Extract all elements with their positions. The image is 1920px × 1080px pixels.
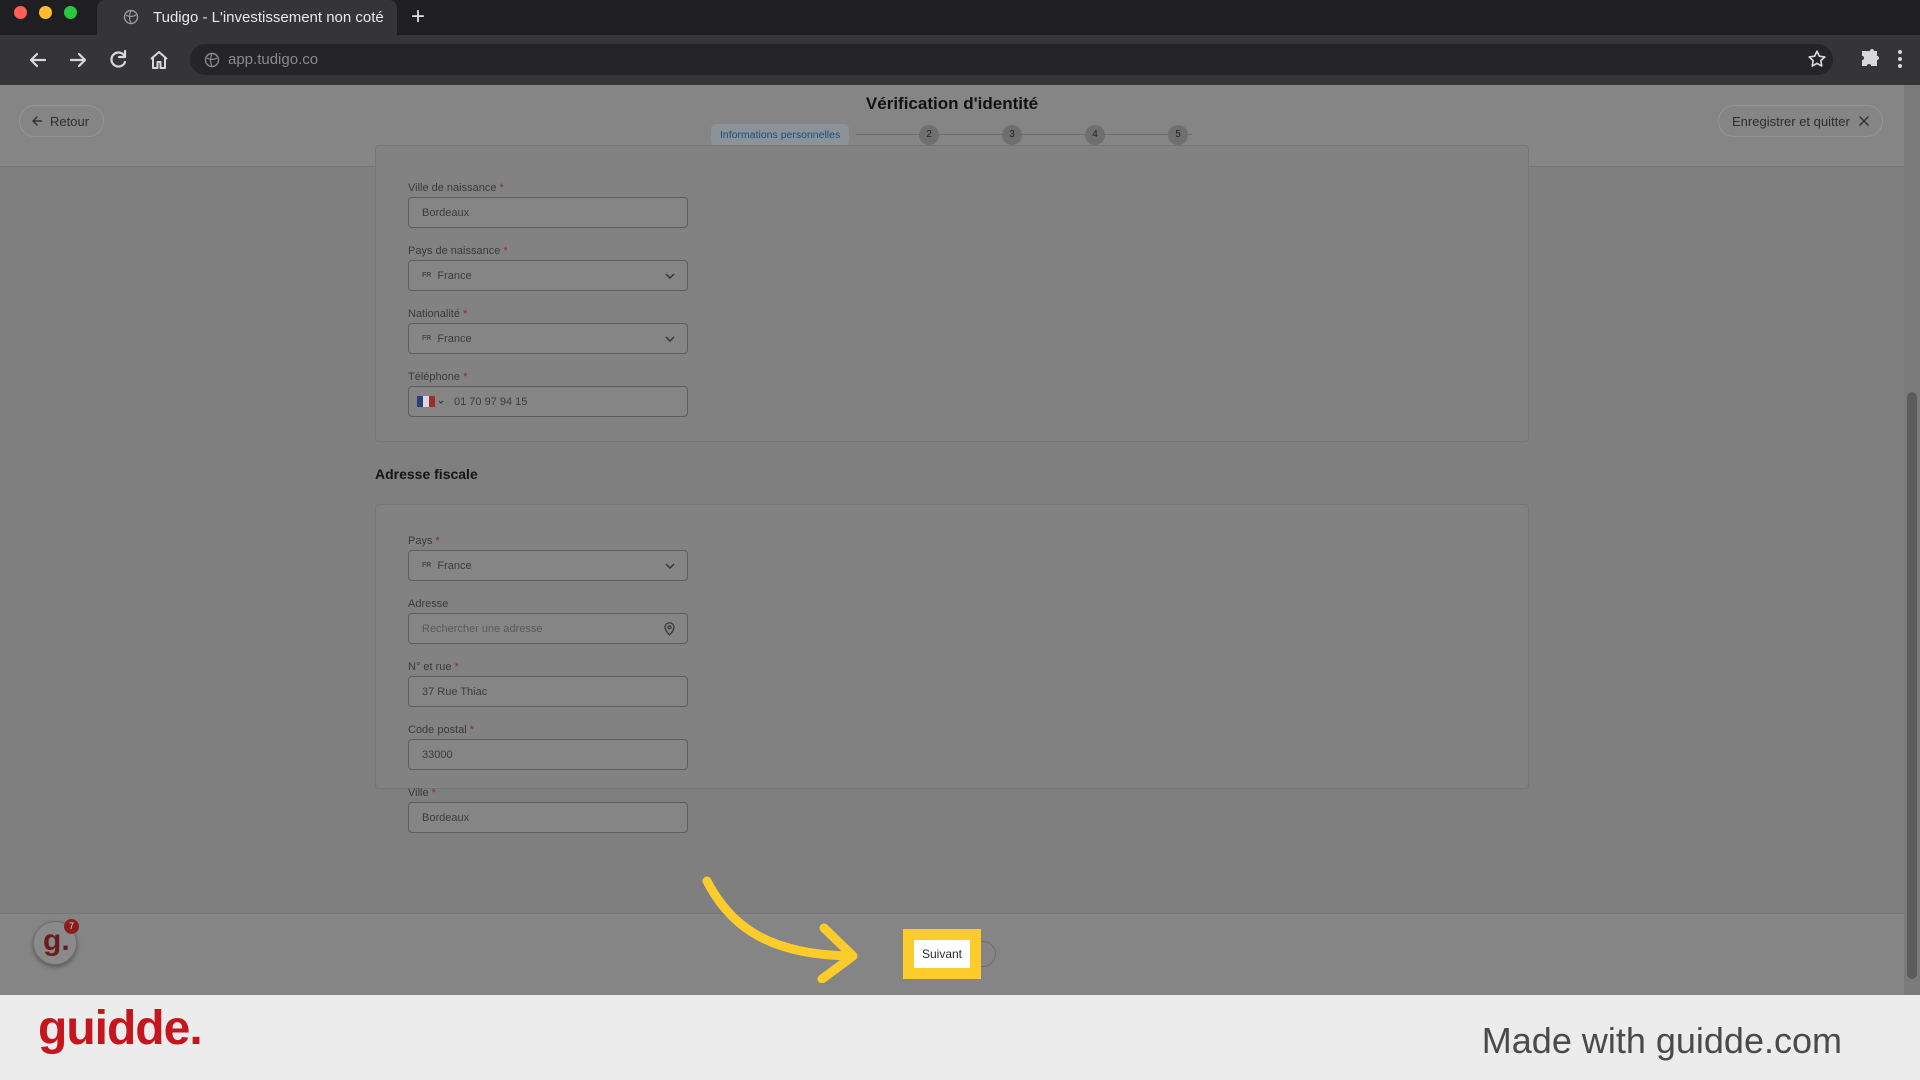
french-flag-icon[interactable] xyxy=(417,396,435,407)
step-1-active[interactable]: Informations personnelles xyxy=(711,124,850,146)
tax-address-title: Adresse fiscale xyxy=(375,466,478,482)
chevron-down-icon xyxy=(665,336,675,342)
step-3[interactable]: 3 xyxy=(1002,125,1022,145)
close-icon xyxy=(1859,116,1869,126)
nationality-select[interactable]: FR France xyxy=(408,323,688,354)
reload-icon[interactable] xyxy=(106,48,130,72)
country-label: Pays * xyxy=(408,535,440,547)
guidde-watermark-bar: guidde. Made with guidde.com xyxy=(0,995,1920,1080)
chevron-down-icon xyxy=(438,400,444,404)
url-text: app.tudigo.co xyxy=(228,51,319,68)
step-5[interactable]: 5 xyxy=(1168,125,1188,145)
country-select[interactable]: FR France xyxy=(408,550,688,581)
street-input[interactable]: 37 Rue Thiac xyxy=(408,676,688,707)
back-button-label: Retour xyxy=(50,113,90,129)
page-title: Vérification d'identité xyxy=(865,94,1039,113)
notification-badge: 7 xyxy=(64,919,79,934)
tab-title: Tudigo - L'investissement non coté xyxy=(153,9,384,26)
location-pin-icon xyxy=(664,622,675,636)
flag-fr-icon: FR xyxy=(422,272,432,279)
close-window-button[interactable] xyxy=(14,6,27,19)
made-with-text: Made with guidde.com xyxy=(1481,1020,1842,1061)
flag-fr-icon: FR xyxy=(422,562,432,569)
browser-menu-icon[interactable] xyxy=(1896,48,1904,70)
globe-icon xyxy=(123,9,139,25)
flag-fr-icon: FR xyxy=(422,335,432,342)
forward-arrow-icon[interactable] xyxy=(66,48,90,72)
city-input[interactable]: Bordeaux xyxy=(408,802,688,833)
home-icon[interactable] xyxy=(147,48,171,72)
browser-tab[interactable]: Tudigo - L'investissement non coté xyxy=(97,0,397,35)
browser-toolbar: app.tudigo.co xyxy=(0,35,1920,85)
step-2[interactable]: 2 xyxy=(919,125,939,145)
minimize-window-button[interactable] xyxy=(39,6,52,19)
save-and-quit-button[interactable]: Enregistrer et quitter xyxy=(1718,105,1883,137)
save-and-quit-label: Enregistrer et quitter xyxy=(1732,113,1850,129)
stepper-line xyxy=(856,134,1192,135)
back-arrow-icon[interactable] xyxy=(26,48,50,72)
address-label: Adresse xyxy=(408,598,449,610)
guidde-logo: guidde. xyxy=(38,1002,203,1055)
step-4[interactable]: 4 xyxy=(1085,125,1105,145)
birth-country-label: Pays de naissance * xyxy=(408,245,508,257)
chevron-down-icon xyxy=(665,273,675,279)
address-search-input[interactable]: Rechercher une adresse xyxy=(408,613,688,644)
new-tab-button[interactable]: + xyxy=(404,3,432,31)
birth-country-select[interactable]: FR France xyxy=(408,260,688,291)
chevron-down-icon xyxy=(665,563,675,569)
bookmark-star-icon[interactable] xyxy=(1806,48,1828,70)
pointer-arrow-icon xyxy=(702,876,858,983)
birth-city-label: Ville de naissance * xyxy=(408,182,504,194)
phone-input[interactable]: 01 70 97 94 15 xyxy=(408,386,688,417)
guidde-assistant-button[interactable]: g. 7 xyxy=(33,919,79,965)
app-viewport: Retour Vérification d'identité Informati… xyxy=(0,85,1920,995)
street-label: N° et rue * xyxy=(408,661,459,673)
site-info-icon[interactable] xyxy=(204,52,220,68)
next-button[interactable]: Suivant xyxy=(914,940,970,968)
arrow-left-icon xyxy=(32,116,43,126)
phone-label: Téléphone * xyxy=(408,371,468,383)
postal-code-input[interactable]: 33000 xyxy=(408,739,688,770)
postal-code-label: Code postal * xyxy=(408,724,475,736)
extensions-puzzle-icon[interactable] xyxy=(1858,47,1882,71)
nationality-label: Nationalité * xyxy=(408,308,468,320)
progress-stepper: Informations personnelles 2 3 4 5 xyxy=(711,123,1193,147)
browser-tab-bar: Tudigo - L'investissement non coté + xyxy=(0,0,1920,35)
birth-city-input[interactable]: Bordeaux xyxy=(408,197,688,228)
address-bar[interactable]: app.tudigo.co xyxy=(190,44,1833,75)
maximize-window-button[interactable] xyxy=(64,6,77,19)
scrollbar-thumb[interactable] xyxy=(1907,392,1917,979)
city-label: Ville * xyxy=(408,787,436,799)
